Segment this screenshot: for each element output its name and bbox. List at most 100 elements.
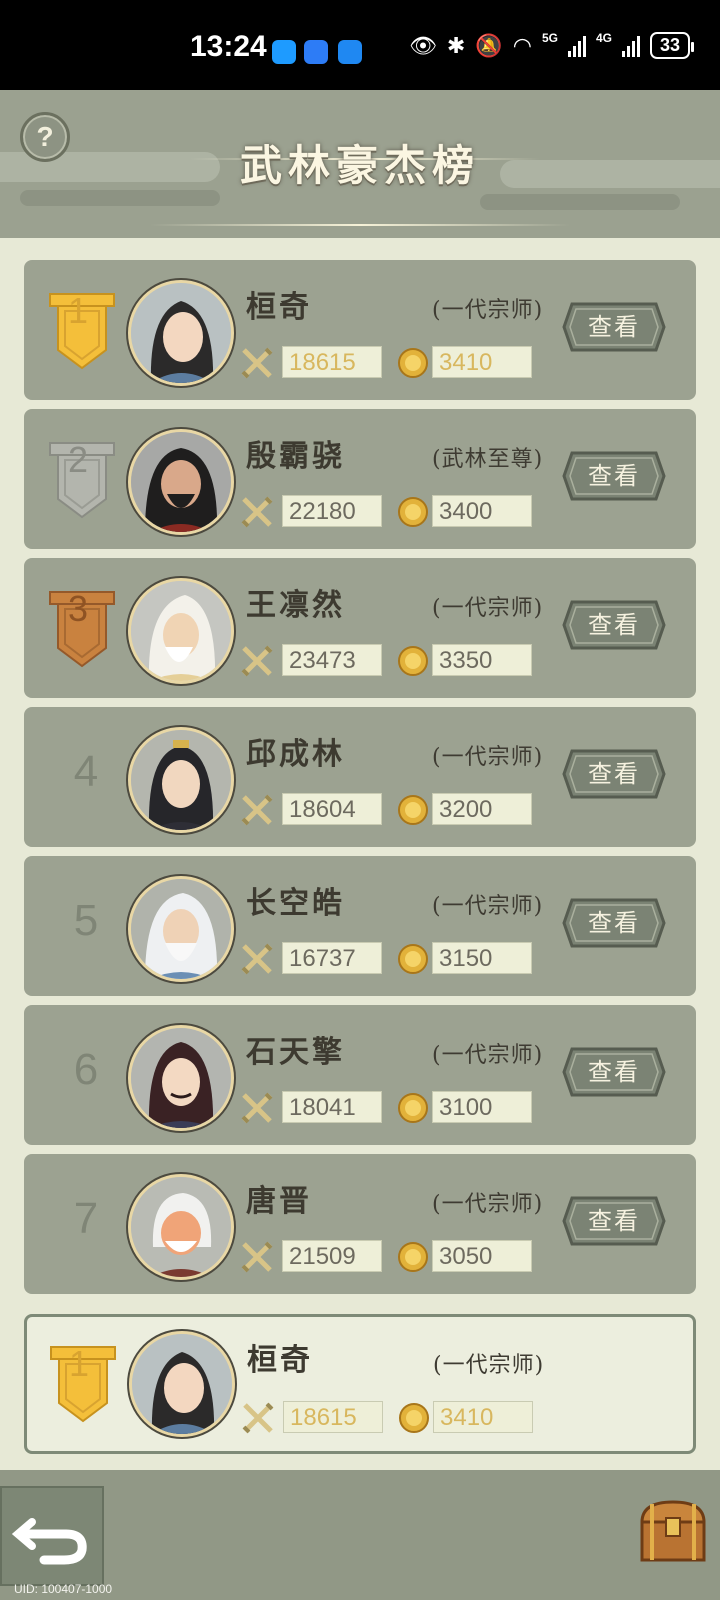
view-button[interactable]: 查看 (562, 1047, 666, 1097)
view-button[interactable]: 查看 (562, 898, 666, 948)
player-title: (一代宗师) (432, 1192, 544, 1217)
player-title: (一代宗师) (432, 745, 544, 770)
crossed-swords-icon (241, 496, 273, 528)
weather-icon (338, 40, 362, 64)
view-button-label: 查看 (588, 611, 640, 639)
leaderboard-header: 武林豪杰榜 ? (0, 90, 720, 238)
power-value: 23473 (282, 644, 382, 676)
player-name: 唐晋 (246, 1184, 312, 1219)
help-button[interactable]: ? (20, 112, 70, 162)
view-button-label: 查看 (588, 313, 640, 341)
status-time: 13:24 (190, 30, 267, 63)
shield-icon (304, 40, 328, 64)
wifi-icon: ◠ (512, 32, 532, 58)
leaderboard-row: 3 王凛然 (一代宗师) 23473 3350 查看 (24, 558, 696, 698)
leaderboard-row: 2 殷霸骁 (武林至尊) 22180 3400 查看 (24, 409, 696, 549)
score-value: 3410 (433, 1401, 533, 1433)
status-icons: 👁 ✱ 🔕 ◠ 5G 4G 33 (408, 30, 695, 59)
leaderboard-row: 5 长空皓 (一代宗师) 16737 3150 查看 (24, 856, 696, 996)
score-value: 3410 (432, 346, 532, 378)
player-name: 王凛然 (246, 588, 345, 623)
network-label-5g: 5G (541, 30, 558, 45)
view-button-label: 查看 (588, 909, 640, 937)
rank-number: 6 (73, 1045, 99, 1094)
leaderboard-row: 6 石天擎 (一代宗师) 18041 3100 查看 (24, 1005, 696, 1145)
view-button[interactable]: 查看 (562, 749, 666, 799)
crossed-swords-icon (242, 1402, 274, 1434)
power-value: 18041 (282, 1091, 382, 1123)
view-button-label: 查看 (588, 1207, 640, 1235)
player-name: 石天擎 (246, 1035, 345, 1070)
avatar-portrait-icon (131, 1028, 231, 1128)
avatar[interactable] (128, 727, 234, 833)
avatar-portrait-icon (131, 432, 231, 532)
crossed-swords-icon (241, 347, 273, 379)
rank-number: 1 (68, 1343, 90, 1384)
player-title: (一代宗师) (432, 298, 544, 323)
title-rule-bottom (150, 224, 570, 226)
leaderboard-row: 4 邱成林 (一代宗师) 18604 3200 查看 (24, 707, 696, 847)
player-name: 殷霸骁 (246, 439, 345, 474)
crossed-swords-icon (241, 794, 273, 826)
avatar[interactable] (128, 1025, 234, 1131)
avatar-portrait-icon (131, 581, 231, 681)
leaderboard-row: 7 唐晋 (一代宗师) 21509 3050 查看 (24, 1154, 696, 1294)
view-button[interactable]: 查看 (562, 1196, 666, 1246)
gold-medal-icon (399, 1403, 429, 1433)
power-value: 16737 (282, 942, 382, 974)
user-id-label: UID: 100407-1000 (14, 1582, 113, 1596)
page-title: 武林豪杰榜 (239, 141, 480, 190)
gold-medal-icon (398, 497, 428, 527)
cloud-decoration (480, 194, 680, 210)
power-value: 18604 (282, 793, 382, 825)
player-name: 桓奇 (247, 1343, 313, 1378)
rank-number: 4 (73, 747, 99, 796)
power-value: 21509 (282, 1240, 382, 1272)
rank-number: 1 (67, 290, 89, 331)
back-button[interactable] (0, 1486, 104, 1586)
power-value: 22180 (282, 495, 382, 527)
back-arrow-icon (11, 1518, 87, 1565)
rank-number: 3 (67, 588, 89, 629)
player-title: (一代宗师) (432, 1043, 544, 1068)
view-button[interactable]: 查看 (562, 302, 666, 352)
score-value: 3400 (432, 495, 532, 527)
score-value: 3100 (432, 1091, 532, 1123)
view-button-label: 查看 (588, 1058, 640, 1086)
avatar[interactable] (128, 280, 234, 386)
avatar[interactable] (128, 429, 234, 535)
network-label-4g: 4G (595, 30, 612, 45)
own-rank-row: 1 桓奇 (一代宗师) 18615 3410 (24, 1314, 696, 1454)
message-icon (272, 40, 296, 64)
avatar[interactable] (128, 1174, 234, 1280)
gold-medal-icon (398, 1242, 428, 1272)
avatar[interactable] (128, 578, 234, 684)
treasure-chest-icon[interactable] (636, 1496, 710, 1566)
view-button[interactable]: 查看 (562, 600, 666, 650)
power-value: 18615 (283, 1401, 383, 1433)
player-title: (一代宗师) (433, 1353, 545, 1378)
avatar[interactable] (128, 876, 234, 982)
signal-4g-icon (621, 35, 640, 57)
rank-number: 7 (73, 1194, 99, 1243)
gold-medal-icon (398, 348, 428, 378)
player-name: 邱成林 (246, 737, 345, 772)
player-title: (一代宗师) (432, 894, 544, 919)
avatar-portrait-icon (131, 283, 231, 383)
bluetooth-icon: ✱ (446, 32, 466, 58)
crossed-swords-icon (241, 943, 273, 975)
view-button[interactable]: 查看 (562, 451, 666, 501)
score-value: 3150 (432, 942, 532, 974)
gold-medal-icon (398, 1093, 428, 1123)
eye-icon: 👁 (408, 32, 437, 58)
crossed-swords-icon (241, 645, 273, 677)
status-bar: 13:24 👁 ✱ 🔕 ◠ 5G 4G 33 (0, 0, 720, 90)
signal-5g-icon (567, 35, 586, 57)
rank-number: 2 (67, 439, 89, 480)
mute-icon: 🔕 (475, 32, 503, 58)
crossed-swords-icon (241, 1241, 273, 1273)
player-name: 长空皓 (246, 886, 345, 921)
player-title: (武林至尊) (432, 447, 544, 472)
player-title: (一代宗师) (432, 596, 544, 621)
avatar-portrait-icon (131, 730, 231, 830)
